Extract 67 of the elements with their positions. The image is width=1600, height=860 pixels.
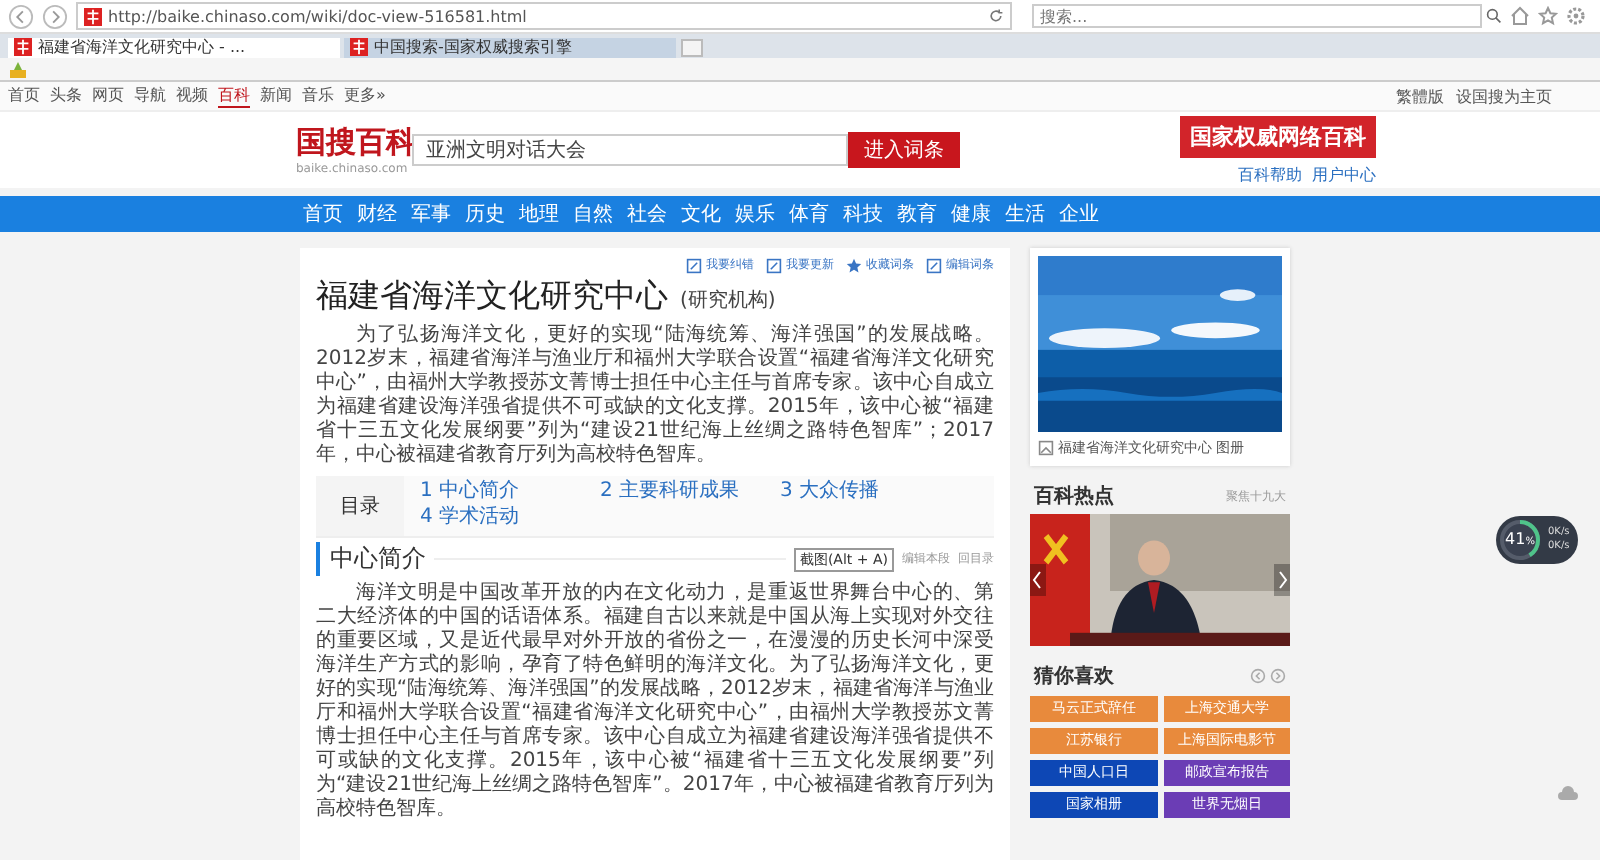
category-link[interactable]: 地理 xyxy=(512,200,566,228)
browser-tab[interactable]: 中国搜索-国家权威搜索引擎 xyxy=(344,37,676,57)
category-link[interactable]: 科技 xyxy=(836,200,890,228)
intro-paragraph: 为了弘扬海洋文化，更好的实现“陆海统筹、海洋强国”的发展战略。2012岁末，福建省海洋与渔业厅和福州大学联合设置“福建省海洋文化研究中心”，由福州大学教授苏文菁博士担任中心主任与首席专家。该中心自成立为福建省建设海洋强省提供不可或缺的文化支撑。2015年，该中心被“福建省十三五文化发展纲要”列为“建设21世纪海上丝绸之路特色智库”；2017年，中心被福建省教育厅列为高校特色智库。 xyxy=(316,324,994,468)
category-link[interactable]: 社会 xyxy=(620,200,674,228)
category-link[interactable]: 财经 xyxy=(350,200,404,228)
entry-type: (研究机构) xyxy=(680,287,776,314)
next-icon[interactable] xyxy=(1274,564,1290,596)
edit-icon xyxy=(766,257,782,273)
previous-icon[interactable] xyxy=(1030,564,1046,596)
category-link[interactable]: 文化 xyxy=(674,200,728,228)
cloud-icon[interactable] xyxy=(1556,784,1580,804)
guess-title: 猜你喜欢 xyxy=(1034,663,1114,690)
favorites-icon[interactable] xyxy=(8,59,28,79)
address-field[interactable]: http://baike.chinaso.com/wiki/doc-view-516581.html xyxy=(76,2,1012,30)
top-link[interactable]: 设国搜为主页 xyxy=(1456,85,1552,107)
toc-link[interactable]: 1 中心简介 xyxy=(420,480,600,506)
site-nav-link[interactable]: 更多» xyxy=(344,84,386,108)
star-icon[interactable] xyxy=(1538,6,1558,26)
site-nav-link[interactable]: 新闻 xyxy=(260,84,292,108)
album-icon xyxy=(1038,440,1054,456)
category-link[interactable]: 生活 xyxy=(998,200,1052,228)
category-link[interactable]: 娱乐 xyxy=(728,200,782,228)
site-nav-link[interactable]: 视频 xyxy=(176,84,208,108)
edit-icon xyxy=(926,257,942,273)
toc-link[interactable]: 4 学术活动 xyxy=(420,506,600,532)
edit-icon xyxy=(686,257,702,273)
next-icon[interactable] xyxy=(1270,668,1286,684)
category-link[interactable]: 教育 xyxy=(890,200,944,228)
refresh-icon[interactable] xyxy=(988,8,1004,24)
site-logo[interactable]: 国搜百科 xyxy=(296,124,412,162)
section-title: 中心简介 xyxy=(316,542,426,576)
toc-link[interactable]: 2 主要科研成果 xyxy=(600,480,780,506)
category-link[interactable]: 自然 xyxy=(566,200,620,228)
category-link[interactable]: 首页 xyxy=(296,200,350,228)
category-link[interactable]: 军事 xyxy=(404,200,458,228)
back-icon[interactable] xyxy=(8,3,34,29)
category-link[interactable]: 体育 xyxy=(782,200,836,228)
search-icon[interactable] xyxy=(1486,8,1502,24)
site-nav-link[interactable]: 音乐 xyxy=(302,84,334,108)
category-link[interactable]: 健康 xyxy=(944,200,998,228)
site-nav-link[interactable]: 首页 xyxy=(8,84,40,108)
top-link[interactable]: 繁體版 xyxy=(1396,85,1444,107)
header-link[interactable]: 百科帮助 xyxy=(1238,163,1302,185)
forward-icon[interactable] xyxy=(42,3,68,29)
site-nav-link[interactable]: 导航 xyxy=(134,84,166,108)
browser-tab[interactable]: 福建省海洋文化研究中心 - ... xyxy=(8,37,340,57)
toc-heading: 目录 xyxy=(316,476,404,536)
site-nav-link[interactable]: 网页 xyxy=(92,84,124,108)
site-icon xyxy=(84,7,102,25)
paragraph: 海洋文明是中国改革开放的内在文化动力，是重返世界舞台中心的、第二大经济体的中国的话语体系。福建自古以来就是中国从海上实现对外交往的重要区域，又是近代最早对外开放的省份之一，在漫漫的历史长河中深受海洋生产方式的影响，孕育了特色鲜明的海洋文化。为了弘扬海洋文化，更好的实现“陆海统筹、海洋强国”的发展战略，2012岁末，福建省海洋与渔业厅和福州大学联合设置“福建省海洋文化研究中心”，由福州大学教授苏文菁博士担任中心主任与首席专家。该中心自成立为福建省建设海洋强省提供不可或缺的文化支撑。2015年，该中心被“福建省十三五文化发展纲要”列为“建设21世纪海上丝绸之路特色智库”。2017年，中心被福建省教育厅列为高校特色智库。 xyxy=(316,582,994,822)
star-icon xyxy=(846,257,862,273)
header-link[interactable]: 用户中心 xyxy=(1312,163,1376,185)
search-field[interactable]: 搜索... xyxy=(1032,4,1482,28)
banner[interactable]: 国家权威网络百科 xyxy=(1180,115,1376,157)
site-nav-link[interactable]: 百科 xyxy=(218,84,250,108)
keyword-field[interactable]: 亚洲文明对话大会 xyxy=(412,134,848,166)
article-title: 福建省海洋文化研究中心 xyxy=(316,276,668,318)
hot-title: 百科热点 xyxy=(1034,483,1114,510)
enter-entry-button[interactable]: 进入词条 xyxy=(848,132,960,168)
new-tab-icon[interactable] xyxy=(680,37,704,57)
category-link[interactable]: 企业 xyxy=(1052,200,1106,228)
home-icon[interactable] xyxy=(1510,6,1530,26)
toc-link[interactable]: 3 大众传播 xyxy=(780,480,960,506)
settings-icon[interactable] xyxy=(1566,6,1586,26)
site-nav-link[interactable]: 头条 xyxy=(50,84,82,108)
category-link[interactable]: 历史 xyxy=(458,200,512,228)
